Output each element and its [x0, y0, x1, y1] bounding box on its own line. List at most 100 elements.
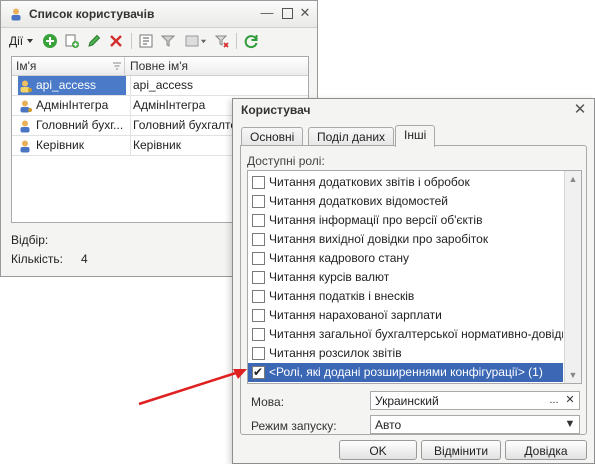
role-label: Читання розсилок звітів [269, 346, 402, 360]
role-label: Читання додаткових звітів і обробок [269, 175, 470, 189]
annotation-arrow [138, 369, 247, 406]
role-checkbox[interactable] [252, 271, 265, 284]
copy-button[interactable] [63, 31, 81, 51]
users-window-titlebar[interactable]: Список користувачів — ✕ [1, 1, 317, 28]
launch-mode-label: Режим запуску: [251, 419, 337, 433]
delete-button[interactable] [107, 31, 125, 51]
user-key-icon [20, 80, 32, 93]
user-icon [20, 120, 30, 133]
role-checkbox[interactable] [252, 176, 265, 189]
row-name: Головний бухг... [36, 118, 124, 132]
copy-icon [65, 34, 79, 48]
role-item[interactable]: Читання розсилок звітів [248, 344, 563, 363]
role-item[interactable]: Читання додаткових відомостей [248, 192, 563, 211]
column-header-full-name[interactable]: Повне ім'я [130, 57, 188, 75]
filter-icon [160, 35, 176, 47]
role-checkbox[interactable] [252, 195, 265, 208]
refresh-icon [244, 35, 258, 49]
role-checkbox[interactable] [252, 347, 265, 360]
count-value: 4 [81, 252, 88, 266]
role-checkbox[interactable] [252, 214, 265, 227]
user-icon [11, 8, 21, 21]
role-checkbox[interactable] [252, 328, 265, 341]
launch-mode-value: Авто [375, 418, 402, 432]
select-button[interactable]: ... [546, 392, 562, 409]
role-item[interactable]: Читання кадрового стану [248, 249, 563, 268]
role-item[interactable]: Читання вихідної довідки про заробіток [248, 230, 563, 249]
role-label: Читання вихідної довідки про заробіток [269, 232, 489, 246]
role-item[interactable]: Читання додаткових звітів і обробок [248, 173, 563, 192]
clear-icon[interactable]: ✕ [562, 392, 578, 409]
role-checkbox[interactable] [252, 252, 265, 265]
sort-icon [139, 34, 153, 48]
filter-list-button[interactable] [181, 31, 209, 51]
table-header: Ім'я Повне ім'я [12, 57, 308, 76]
roles-scrollbar[interactable]: ▲ ▼ [564, 171, 581, 383]
language-value: Украинский [375, 394, 439, 408]
user-key-icon [20, 100, 32, 113]
role-item[interactable]: Читання курсів валют [248, 268, 563, 287]
filter-button[interactable] [159, 31, 177, 51]
user-dialog: Користувач ✕ Основні Поділ даних Інші До… [232, 98, 595, 464]
actions-menu-button[interactable]: Дії [9, 31, 34, 51]
refresh-button[interactable] [242, 31, 260, 51]
user-icon [20, 140, 30, 153]
edit-button[interactable] [85, 31, 103, 51]
tab-other[interactable]: Інші [395, 125, 436, 147]
toolbar-separator [131, 33, 132, 49]
role-label: Читання нарахованої зарплати [269, 308, 442, 322]
role-item[interactable]: Читання загальної бухгалтерської нормати… [248, 325, 563, 344]
role-item[interactable]: Читання податків і внесків [248, 287, 563, 306]
clear-filter-button[interactable] [213, 31, 231, 51]
role-item[interactable]: Читання нарахованої зарплати [248, 306, 563, 325]
role-label: <Ролі, які додані розширеннями конфігура… [269, 365, 543, 379]
scroll-up-icon[interactable]: ▲ [565, 171, 581, 187]
row-name: api_access [36, 78, 97, 92]
add-button[interactable] [41, 31, 59, 51]
role-checkbox[interactable] [252, 233, 265, 246]
window-title: Список користувачів [29, 7, 155, 21]
dialog-titlebar[interactable]: Користувач ✕ [233, 99, 594, 121]
sort-indicator-icon [113, 62, 121, 70]
maximize-button[interactable] [279, 5, 295, 21]
ok-button[interactable]: OK [339, 440, 417, 460]
tab-data-separation[interactable]: Поділ даних [308, 127, 395, 146]
table-row[interactable]: api_access api_access [12, 76, 308, 96]
actions-label: Дії [9, 34, 24, 48]
role-label: Читання кадрового стану [269, 251, 410, 265]
role-label: Читання загальної бухгалтерської нормати… [269, 327, 563, 341]
role-label: Читання додаткових відомостей [269, 194, 448, 208]
toolbar: Дії [5, 29, 313, 53]
role-item[interactable]: Читання інформації про версії об'єктів [248, 211, 563, 230]
toolbar-separator [236, 33, 237, 49]
close-icon[interactable]: ✕ [572, 102, 588, 118]
role-label: Читання курсів валют [269, 270, 390, 284]
delete-icon [110, 35, 122, 47]
roles-list[interactable]: Читання додаткових звітів і обробок Чита… [247, 170, 582, 384]
row-full-name: api_access [130, 76, 309, 95]
tab-main[interactable]: Основні [241, 127, 304, 146]
clear-filter-icon [214, 35, 229, 48]
close-icon[interactable]: ✕ [297, 5, 313, 21]
available-roles-label: Доступні ролі: [247, 154, 325, 168]
column-header-name[interactable]: Ім'я [16, 57, 125, 75]
add-icon [43, 34, 57, 48]
language-label: Мова: [251, 395, 285, 409]
chevron-down-icon [200, 39, 206, 43]
list-icon [185, 35, 198, 47]
minimize-button[interactable]: — [259, 5, 275, 21]
scroll-down-icon[interactable]: ▼ [565, 367, 581, 383]
cancel-button[interactable]: Відмінити [421, 440, 501, 460]
chevron-down-icon[interactable]: ▼ [562, 416, 578, 433]
role-checkbox[interactable] [252, 309, 265, 322]
tab-bar: Основні Поділ даних Інші [240, 125, 587, 147]
help-button[interactable]: Довідка [505, 440, 587, 460]
language-field[interactable]: Украинский ... ✕ [370, 391, 580, 410]
role-checkbox[interactable] [252, 290, 265, 303]
launch-mode-select[interactable]: Авто ▼ [370, 415, 580, 434]
row-name: Керівник [36, 138, 84, 152]
count-label: Кількість: [11, 252, 63, 266]
dialog-title: Користувач [241, 103, 311, 117]
role-item-extensions[interactable]: <Ролі, які додані розширеннями конфігура… [248, 363, 563, 382]
sort-button[interactable] [137, 31, 155, 51]
